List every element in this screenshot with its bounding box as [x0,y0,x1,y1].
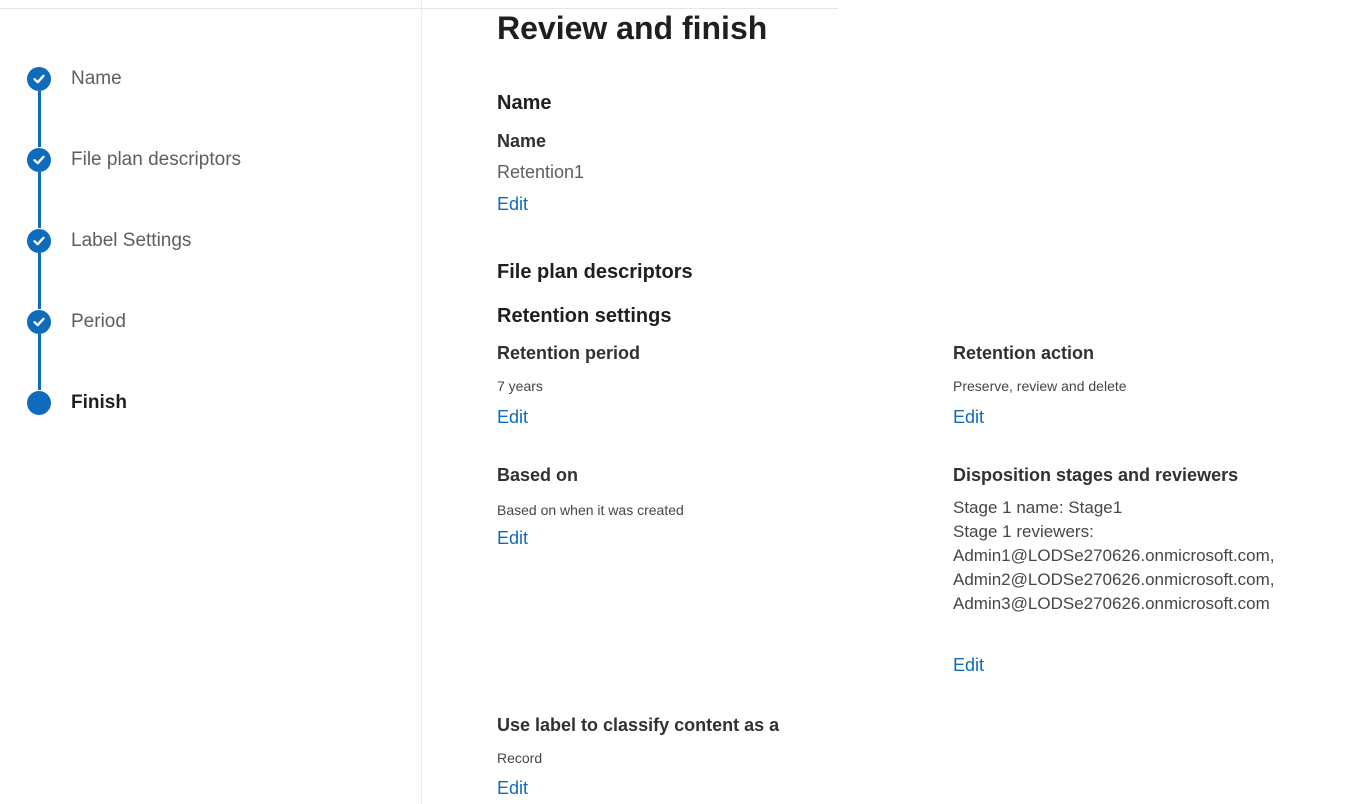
stage-name-text: Stage 1 name: Stage1 [953,498,1123,517]
page-title: Review and finish [497,10,768,46]
step-connector [38,253,41,309]
name-field-label: Name [497,131,547,151]
based-on-value: Based on when it was created [497,502,684,518]
retention-period-label: Retention period [497,343,640,363]
step-connector [38,172,41,228]
step-connector [38,91,41,147]
classify-value: Record [497,750,543,766]
edit-classify-link[interactable]: Edit [497,778,528,799]
checkmark-icon [33,74,45,84]
step-label: Name [71,68,122,89]
edit-retention-action-link[interactable]: Edit [953,407,984,428]
checkmark-icon [33,317,45,327]
current-step-dot [27,391,51,415]
wizard-step-label-settings[interactable]: Label Settings [27,228,191,254]
reviewers-label: Stage 1 reviewers: [953,522,1094,541]
step-label: Finish [71,392,127,413]
step-complete-indicator [27,229,51,253]
reviewer-email: Admin3@LODSe270626.onmicrosoft.com [953,594,1270,613]
checkmark-icon [33,236,45,246]
section-heading-retention-settings: Retention settings [497,305,672,327]
step-complete-indicator [27,67,51,91]
wizard-step-period[interactable]: Period [27,309,126,335]
disposition-label: Disposition stages and reviewers [953,465,1239,485]
step-label: File plan descriptors [71,149,242,170]
retention-action-value: Preserve, review and delete [953,378,1127,394]
name-value: Retention1 [497,162,585,182]
step-label: Period [71,311,126,332]
wizard-step-name[interactable]: Name [27,66,122,92]
step-connector [38,334,41,390]
step-complete-indicator [27,148,51,172]
section-heading-name: Name [497,92,552,114]
wizard-step-finish[interactable]: Finish [27,390,127,416]
reviewer-email: Admin1@LODSe270626.onmicrosoft.com, [953,546,1275,565]
edit-based-on-link[interactable]: Edit [497,528,528,549]
section-heading-file-plan-descriptors: File plan descriptors [497,261,693,283]
wizard-steps-nav: Name File plan descriptors Label Setting… [0,0,422,804]
edit-disposition-link[interactable]: Edit [953,655,984,676]
checkmark-icon [33,155,45,165]
wizard-step-file-plan-descriptors[interactable]: File plan descriptors [27,147,241,173]
disposition-details: Stage 1 name: Stage1 Stage 1 reviewers: … [953,496,1275,616]
step-complete-indicator [27,310,51,334]
reviewer-email: Admin2@LODSe270626.onmicrosoft.com, [953,570,1275,589]
retention-action-label: Retention action [953,343,1095,363]
retention-period-value: 7 years [497,378,543,394]
based-on-label: Based on [497,465,579,485]
edit-retention-period-link[interactable]: Edit [497,407,528,428]
classify-label: Use label to classify content as a [497,715,780,735]
step-label: Label Settings [71,230,192,251]
edit-name-link[interactable]: Edit [497,194,528,215]
